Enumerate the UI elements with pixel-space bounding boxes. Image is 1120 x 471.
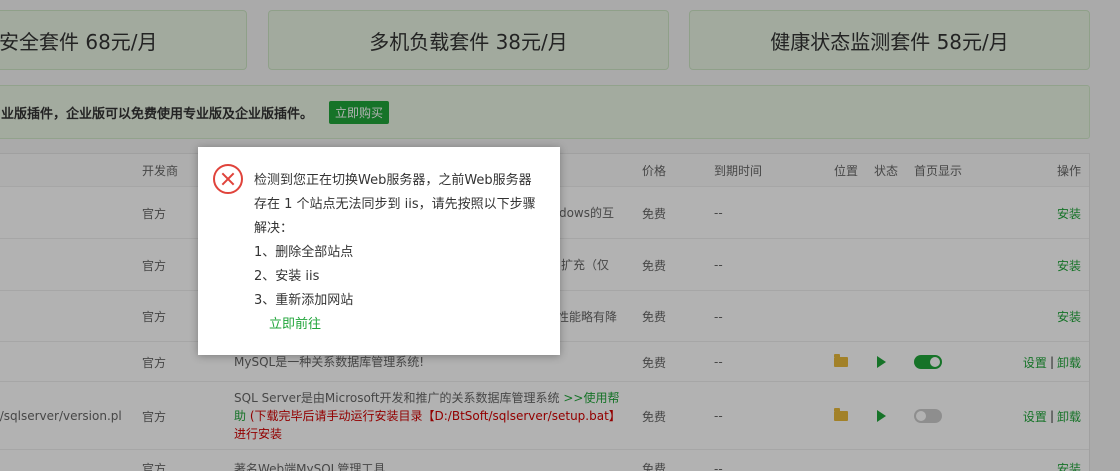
dialog-text: 检测到您正在切换Web服务器，之前Web服务器存在 1 个站点无法同步到 iis… [254, 173, 536, 236]
step-1: 1、删除全部站点 [254, 245, 354, 260]
step-2: 2、安装 iis [254, 269, 320, 284]
error-icon [213, 164, 243, 194]
modal-overlay[interactable] [0, 0, 1120, 471]
dialog-message: 检测到您正在切换Web服务器，之前Web服务器存在 1 个站点无法同步到 iis… [254, 169, 539, 337]
go-now-link[interactable]: 立即前往 [254, 313, 539, 337]
step-3: 3、重新添加网站 [254, 293, 354, 308]
switch-server-dialog: 检测到您正在切换Web服务器，之前Web服务器存在 1 个站点无法同步到 iis… [198, 147, 560, 355]
